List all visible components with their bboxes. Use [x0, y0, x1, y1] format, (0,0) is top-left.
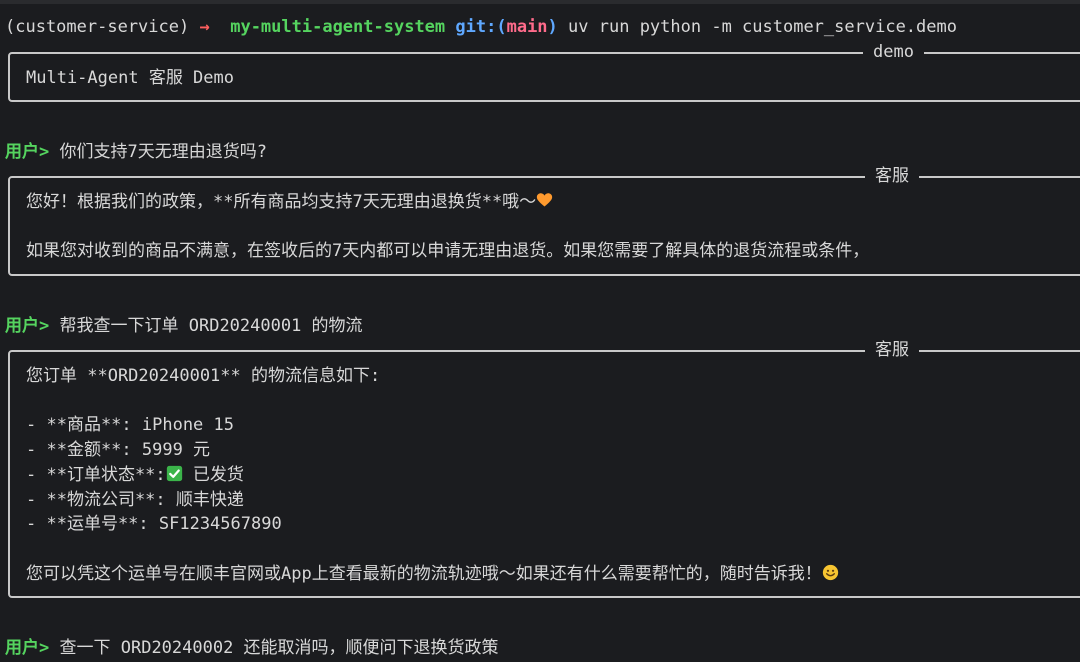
reply-line: 您好！根据我们的政策，**所有商品均支持7天无理由退换货**哦～	[26, 192, 537, 212]
virtualenv-name: (customer-service)	[5, 17, 190, 37]
agent-reply-body: 您订单 **ORD20240001** 的物流信息如下: - **商品**: i…	[26, 364, 839, 586]
agent-reply-panel-2: 客服 您订单 **ORD20240001** 的物流信息如下: - **商品**…	[8, 339, 1080, 598]
agent-reply-body: 您好！根据我们的政策，**所有商品均支持7天无理由退换货**哦～ 如果您对收到的…	[26, 190, 869, 264]
user-message-2: 用户> 帮我查一下订单 ORD20240001 的物流	[5, 314, 363, 338]
reply-line: - **运单号**: SF1234567890	[26, 514, 282, 535]
check-mark-icon	[166, 465, 182, 481]
user-prompt-label: 用户>	[5, 142, 50, 162]
orange-heart-icon	[537, 193, 553, 207]
reply-line: 如果您对收到的商品不满意，在签收后的7天内都可以申请无理由退货。如果您需要了解具…	[26, 241, 870, 262]
user-message-text: 查一下 ORD20240002 还能取消吗，顺便问下退换货政策	[59, 638, 499, 658]
reply-line: - **商品**: iPhone 15	[26, 415, 234, 436]
user-message-1: 用户> 你们支持7天无理由退货吗?	[5, 140, 267, 164]
demo-panel-title: demo	[863, 41, 924, 63]
smile-icon	[822, 564, 838, 580]
agent-reply-panel-1: 客服 您好！根据我们的政策，**所有商品均支持7天无理由退换货**哦～ 如果您对…	[8, 165, 1080, 276]
prompt-arrow-icon: →	[199, 17, 210, 37]
demo-panel-body: Multi-Agent 客服 Demo	[26, 68, 234, 88]
command-text[interactable]: uv run python -m customer_service.demo	[568, 17, 957, 37]
user-prompt-label: 用户>	[5, 316, 50, 336]
order-status-value: 已发货	[192, 464, 244, 485]
user-prompt-label: 用户>	[5, 638, 50, 658]
user-message-3: 用户> 查一下 ORD20240002 还能取消吗，顺便问下退换货政策	[5, 636, 499, 660]
reply-line: - **订单状态**:	[26, 464, 166, 485]
command-prompt-line: (customer-service) → my-multi-agent-syst…	[5, 15, 957, 39]
reply-line: 您订单 **ORD20240001** 的物流信息如下:	[26, 366, 381, 386]
reply-line: 您可以凭这个运单号在顺丰官网或App上查看最新的物流轨迹哦～如果还有什么需要帮忙…	[26, 563, 822, 584]
agent-reply-title: 客服	[865, 165, 919, 187]
git-branch: main	[506, 17, 548, 37]
reply-line: - **物流公司**: 顺丰快递	[26, 489, 244, 510]
reply-line: - **金额**: 5999 元	[26, 440, 211, 461]
user-message-text: 帮我查一下订单 ORD20240001 的物流	[59, 316, 363, 336]
repo-name: my-multi-agent-system	[230, 17, 446, 37]
terminal-window: { "prompt": { "env": "(customer-service)…	[0, 0, 1080, 662]
git-label: git:(	[455, 17, 507, 37]
git-label-close: )	[547, 17, 558, 37]
agent-reply-title: 客服	[865, 339, 919, 361]
user-message-text: 你们支持7天无理由退货吗?	[59, 142, 267, 162]
window-top-edge	[0, 0, 1080, 4]
demo-panel: demo Multi-Agent 客服 Demo	[8, 41, 1080, 102]
